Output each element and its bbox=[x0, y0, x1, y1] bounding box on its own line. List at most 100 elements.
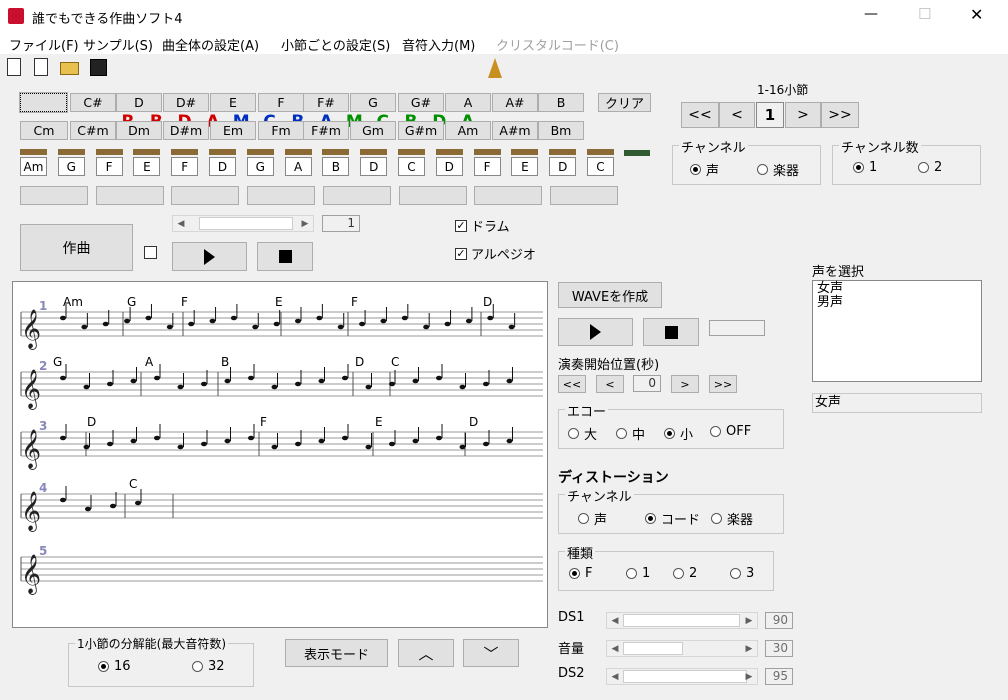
slider-thumb[interactable] bbox=[623, 670, 747, 683]
scroll-left-icon[interactable]: ◀ bbox=[173, 216, 189, 231]
chord-button-d[interactable]: D bbox=[116, 93, 162, 112]
last-measure-button[interactable]: >> bbox=[821, 102, 859, 128]
measure-chord-slot[interactable]: D bbox=[435, 149, 463, 176]
measure-option-button[interactable] bbox=[549, 186, 618, 205]
scroll-right-icon[interactable]: ▶ bbox=[297, 216, 313, 231]
first-measure-button[interactable]: << bbox=[681, 102, 719, 128]
chord-button-csharp[interactable]: C# bbox=[70, 93, 116, 112]
measure-option-button[interactable] bbox=[322, 186, 391, 205]
maximize-button[interactable]: ☐ bbox=[918, 5, 931, 23]
drum-checkbox[interactable]: ✓ ドラム bbox=[455, 216, 510, 235]
chord-button-dm[interactable]: Dm bbox=[116, 121, 162, 140]
scroll-thumb[interactable] bbox=[199, 217, 293, 230]
chord-button-e[interactable]: E bbox=[210, 93, 256, 112]
measure-chord-slot[interactable]: Am bbox=[20, 149, 47, 176]
new-page-icon[interactable] bbox=[34, 58, 48, 76]
menu-measure-settings[interactable]: 小節ごとの設定(S) bbox=[281, 35, 390, 54]
chord-button-am[interactable]: Am bbox=[445, 121, 491, 140]
chord-button-gsharp[interactable]: G# bbox=[398, 93, 444, 112]
scroll-up-button[interactable]: ︿ bbox=[398, 639, 454, 667]
chord-button-dsharp[interactable]: D# bbox=[163, 93, 209, 112]
minimize-button[interactable]: — bbox=[864, 6, 878, 22]
menu-song-settings[interactable]: 曲全体の設定(A) bbox=[162, 35, 259, 54]
measure-chord-slot[interactable]: C bbox=[587, 149, 614, 176]
arpeggio-checkbox[interactable]: ✓ アルペジオ bbox=[455, 244, 536, 263]
slider-left-icon[interactable]: ◀ bbox=[607, 641, 623, 656]
slider-left-icon[interactable]: ◀ bbox=[607, 669, 623, 684]
voice-option-male[interactable]: 男声 bbox=[817, 296, 977, 310]
slider-thumb[interactable] bbox=[623, 614, 740, 627]
slider-0[interactable]: ◀ ▶ bbox=[606, 612, 758, 629]
playback-next-button[interactable]: > bbox=[671, 375, 699, 393]
scroll-down-button[interactable]: ﹀ bbox=[463, 639, 519, 667]
dist-type-radio-2[interactable]: 2 bbox=[673, 566, 697, 581]
menu-sample[interactable]: サンプル(S) bbox=[83, 35, 153, 54]
slider-right-icon[interactable]: ▶ bbox=[741, 613, 757, 628]
play-button[interactable] bbox=[172, 242, 247, 271]
chord-button-dsharpm[interactable]: D#m bbox=[163, 121, 209, 140]
position-scrollbar[interactable]: ◀ ▶ bbox=[172, 215, 314, 232]
prev-measure-button[interactable]: < bbox=[719, 102, 755, 128]
next-measure-button[interactable]: > bbox=[785, 102, 821, 128]
slider-right-icon[interactable]: ▶ bbox=[741, 641, 757, 656]
option-checkbox[interactable] bbox=[144, 246, 157, 259]
display-mode-button[interactable]: 表示モード bbox=[285, 639, 388, 667]
resolution-16-radio[interactable]: 16 bbox=[98, 659, 131, 674]
chord-button-cm[interactable]: Cm bbox=[20, 121, 68, 140]
chord-button-f[interactable]: F bbox=[258, 93, 304, 112]
measure-chord-slot[interactable]: G bbox=[57, 149, 85, 176]
close-button[interactable]: ✕ bbox=[970, 5, 983, 24]
chord-button-gm[interactable]: Gm bbox=[350, 121, 396, 140]
chord-button-em[interactable]: Em bbox=[210, 121, 256, 140]
measure-option-button[interactable] bbox=[171, 186, 240, 205]
measure-option-button[interactable] bbox=[247, 186, 316, 205]
menu-file[interactable]: ファイル(F) bbox=[9, 35, 79, 54]
dist-type-radio-3[interactable]: 3 bbox=[730, 566, 754, 581]
measure-chord-slot[interactable]: A bbox=[284, 149, 312, 176]
measure-chord-slot[interactable]: D bbox=[360, 149, 388, 176]
voice-option-female[interactable]: 女声 bbox=[817, 282, 977, 296]
chord-button-asharpm[interactable]: A#m bbox=[492, 121, 538, 140]
measure-chord-slot[interactable]: E bbox=[133, 149, 161, 176]
voice-listbox[interactable]: 女声 男声 bbox=[812, 280, 982, 382]
metronome-icon[interactable] bbox=[488, 58, 502, 78]
stop-button[interactable] bbox=[257, 242, 313, 271]
clear-button[interactable]: クリア bbox=[598, 93, 651, 112]
measure-chord-slot[interactable]: G bbox=[246, 149, 274, 176]
dist-channel-radio-1[interactable]: コード bbox=[645, 509, 700, 528]
chord-button-gsharpm[interactable]: G#m bbox=[398, 121, 444, 140]
measure-chord-slot[interactable]: E bbox=[511, 149, 539, 176]
channel-count-1-radio[interactable]: 1 bbox=[853, 160, 877, 175]
measure-chord-slot[interactable]: D bbox=[549, 149, 577, 176]
slider-thumb[interactable] bbox=[623, 642, 683, 655]
open-folder-icon[interactable] bbox=[60, 62, 79, 75]
measure-chord-slot[interactable]: F bbox=[171, 149, 199, 176]
dist-channel-radio-0[interactable]: 声 bbox=[578, 509, 607, 528]
measure-chord-slot[interactable]: F bbox=[95, 149, 123, 176]
chord-button-fm[interactable]: Fm bbox=[258, 121, 304, 140]
measure-chord-slot[interactable]: C bbox=[398, 149, 425, 176]
playback-prev-button[interactable]: < bbox=[596, 375, 624, 393]
dist-type-radio-1[interactable]: 1 bbox=[626, 566, 650, 581]
slider-left-icon[interactable]: ◀ bbox=[607, 613, 623, 628]
playback-first-button[interactable]: << bbox=[558, 375, 586, 393]
wave-stop-button[interactable] bbox=[643, 318, 699, 346]
compose-button[interactable]: 作曲 bbox=[20, 224, 133, 271]
echo-radio-3[interactable]: OFF bbox=[710, 424, 751, 439]
measure-option-button[interactable] bbox=[95, 186, 164, 205]
channel-instrument-radio[interactable]: 楽器 bbox=[757, 160, 799, 179]
measure-chord-slot[interactable]: D bbox=[209, 149, 236, 176]
playback-last-button[interactable]: >> bbox=[709, 375, 737, 393]
chord-button-fsharpm[interactable]: F#m bbox=[303, 121, 349, 140]
echo-radio-1[interactable]: 中 bbox=[616, 424, 645, 443]
resolution-32-radio[interactable]: 32 bbox=[192, 659, 225, 674]
chord-button-csharpm[interactable]: C#m bbox=[70, 121, 116, 140]
chord-button-a[interactable]: A bbox=[445, 93, 491, 112]
dist-type-radio-0[interactable]: F bbox=[569, 566, 592, 581]
chord-button-b[interactable]: B bbox=[538, 93, 584, 112]
measure-option-button[interactable] bbox=[398, 186, 467, 205]
dist-channel-radio-2[interactable]: 楽器 bbox=[711, 509, 753, 528]
echo-radio-0[interactable]: 大 bbox=[568, 424, 597, 443]
menu-crystal-code[interactable]: クリスタルコード(C) bbox=[496, 35, 619, 54]
chord-button-c[interactable] bbox=[19, 92, 68, 113]
